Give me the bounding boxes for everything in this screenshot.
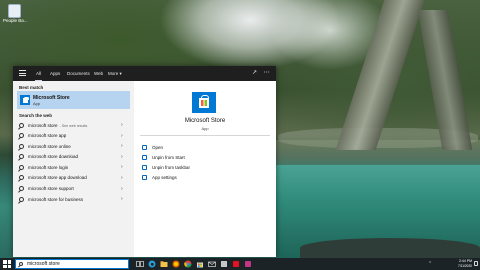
app-icon[interactable] (220, 260, 228, 268)
detail-app-type: App (201, 126, 209, 131)
result-detail-pane: Microsoft Store App Open Unpin from Star… (134, 81, 276, 257)
gear-icon (142, 175, 147, 180)
tab-apps[interactable]: Apps (50, 66, 60, 81)
feedback-icon[interactable]: ↗ (251, 70, 258, 77)
chevron-right-icon[interactable]: › (121, 122, 123, 128)
notifications-icon[interactable] (474, 261, 478, 266)
mail-icon[interactable] (208, 260, 216, 268)
web-results-list: microsoft store - See web results › micro… (13, 120, 131, 205)
search-icon (19, 175, 24, 181)
chevron-right-icon[interactable]: › (121, 186, 123, 192)
system-tray: ⌃ 2:44 PM 7/11/2020 (428, 259, 478, 269)
action-unpin-from-taskbar[interactable]: Unpin from taskbar (142, 163, 262, 173)
web-result-item[interactable]: microsoft store support › (13, 184, 131, 195)
file-explorer-icon[interactable] (160, 260, 168, 268)
search-input-value: microsoft store (27, 261, 60, 267)
chrome-icon[interactable] (184, 260, 192, 268)
web-result-query: microsoft store online (28, 143, 71, 149)
hamburger-menu-icon[interactable] (19, 70, 26, 77)
tab-more[interactable]: More ▾ (108, 66, 122, 81)
web-result-item[interactable]: microsoft store download › (13, 152, 131, 163)
task-view-icon[interactable] (136, 260, 144, 268)
best-match-result[interactable]: Microsoft Store App (17, 91, 130, 109)
search-icon (19, 143, 24, 149)
chevron-right-icon[interactable]: › (121, 196, 123, 202)
clock-date[interactable]: 7/11/2020 (458, 264, 472, 268)
desktop-icon-people-bar[interactable]: People Ba... (3, 4, 28, 24)
store-bag-icon (20, 95, 30, 105)
web-result-query: microsoft store support (28, 186, 74, 192)
search-icon (19, 262, 23, 266)
search-panel: All Apps Documents Web More ▾ ↗ ⋯ Best m… (13, 66, 276, 257)
system-tray-icons[interactable]: ⌃ (428, 261, 433, 267)
search-icon (19, 196, 24, 202)
web-result-query: microsoft store for business (28, 196, 84, 202)
action-label: App settings (152, 175, 177, 180)
search-icon (19, 122, 24, 128)
detail-actions: Open Unpin from Start Unpin from taskbar… (142, 143, 262, 183)
best-match-header: Best match (19, 85, 44, 90)
web-result-item[interactable]: microsoft store app download › (13, 173, 131, 184)
chevron-right-icon[interactable]: › (121, 175, 123, 181)
app-icon[interactable] (232, 260, 240, 268)
unpin-icon (142, 165, 147, 170)
desktop-icon-label: People Ba... (3, 18, 28, 23)
firefox-icon[interactable] (172, 260, 180, 268)
tab-web[interactable]: Web (94, 66, 103, 81)
windows-logo-icon[interactable] (3, 260, 11, 268)
tab-documents[interactable]: Documents (67, 66, 90, 81)
results-list: Best match Microsoft Store App Search th… (13, 81, 131, 257)
action-label: Unpin from Start (152, 155, 185, 160)
action-label: Open (152, 145, 164, 150)
taskbar: microsoft store ⌃ 2:44 PM 7/11/2020 (0, 258, 480, 270)
app-icon[interactable] (244, 260, 252, 268)
tab-all[interactable]: All (34, 66, 43, 81)
web-result-hint: - See web results (59, 123, 88, 128)
store-bag-icon[interactable] (196, 260, 204, 268)
web-result-query: microsoft store app (28, 133, 67, 139)
web-result-item[interactable]: microsoft store online › (13, 141, 131, 152)
search-icon (19, 186, 24, 192)
divider (140, 135, 270, 136)
action-label: Unpin from taskbar (152, 165, 191, 170)
web-result-query: microsoft store download (28, 154, 79, 160)
action-app-settings[interactable]: App settings (142, 173, 262, 183)
web-result-item[interactable]: microsoft store - See web results › (13, 120, 131, 131)
action-open[interactable]: Open (142, 143, 262, 153)
web-result-query: microsoft store login (28, 164, 69, 170)
chevron-right-icon[interactable]: › (121, 133, 123, 139)
action-unpin-from-start[interactable]: Unpin from Start (142, 153, 262, 163)
best-match-type: App (33, 101, 41, 106)
search-tabbar: All Apps Documents Web More ▾ ↗ ⋯ (13, 66, 276, 81)
web-result-query: microsoft store app download (28, 175, 87, 181)
chevron-right-icon[interactable]: › (121, 154, 123, 160)
web-result-item[interactable]: microsoft store for business › (13, 194, 131, 205)
web-result-query: microsoft store (28, 122, 58, 128)
web-result-item[interactable]: microsoft store app › (13, 131, 131, 142)
file-icon (7, 4, 21, 18)
web-result-item[interactable]: microsoft store login › (13, 162, 131, 173)
chevron-right-icon[interactable]: › (121, 143, 123, 149)
unpin-icon (142, 155, 147, 160)
search-icon (19, 164, 24, 170)
store-bag-icon (192, 92, 216, 113)
clock-time[interactable]: 2:44 PM (459, 259, 472, 263)
more-options-icon[interactable]: ⋯ (263, 70, 270, 77)
detail-app-name: Microsoft Store (184, 118, 226, 124)
taskbar-search-input[interactable]: microsoft store (15, 259, 129, 269)
edge-browser-icon[interactable] (148, 260, 156, 268)
open-icon (142, 145, 147, 150)
search-icon (19, 133, 24, 139)
chevron-right-icon[interactable]: › (121, 164, 123, 170)
search-web-header: Search the web (19, 113, 53, 118)
wallpaper-rock (300, 238, 480, 258)
search-icon (19, 154, 24, 160)
